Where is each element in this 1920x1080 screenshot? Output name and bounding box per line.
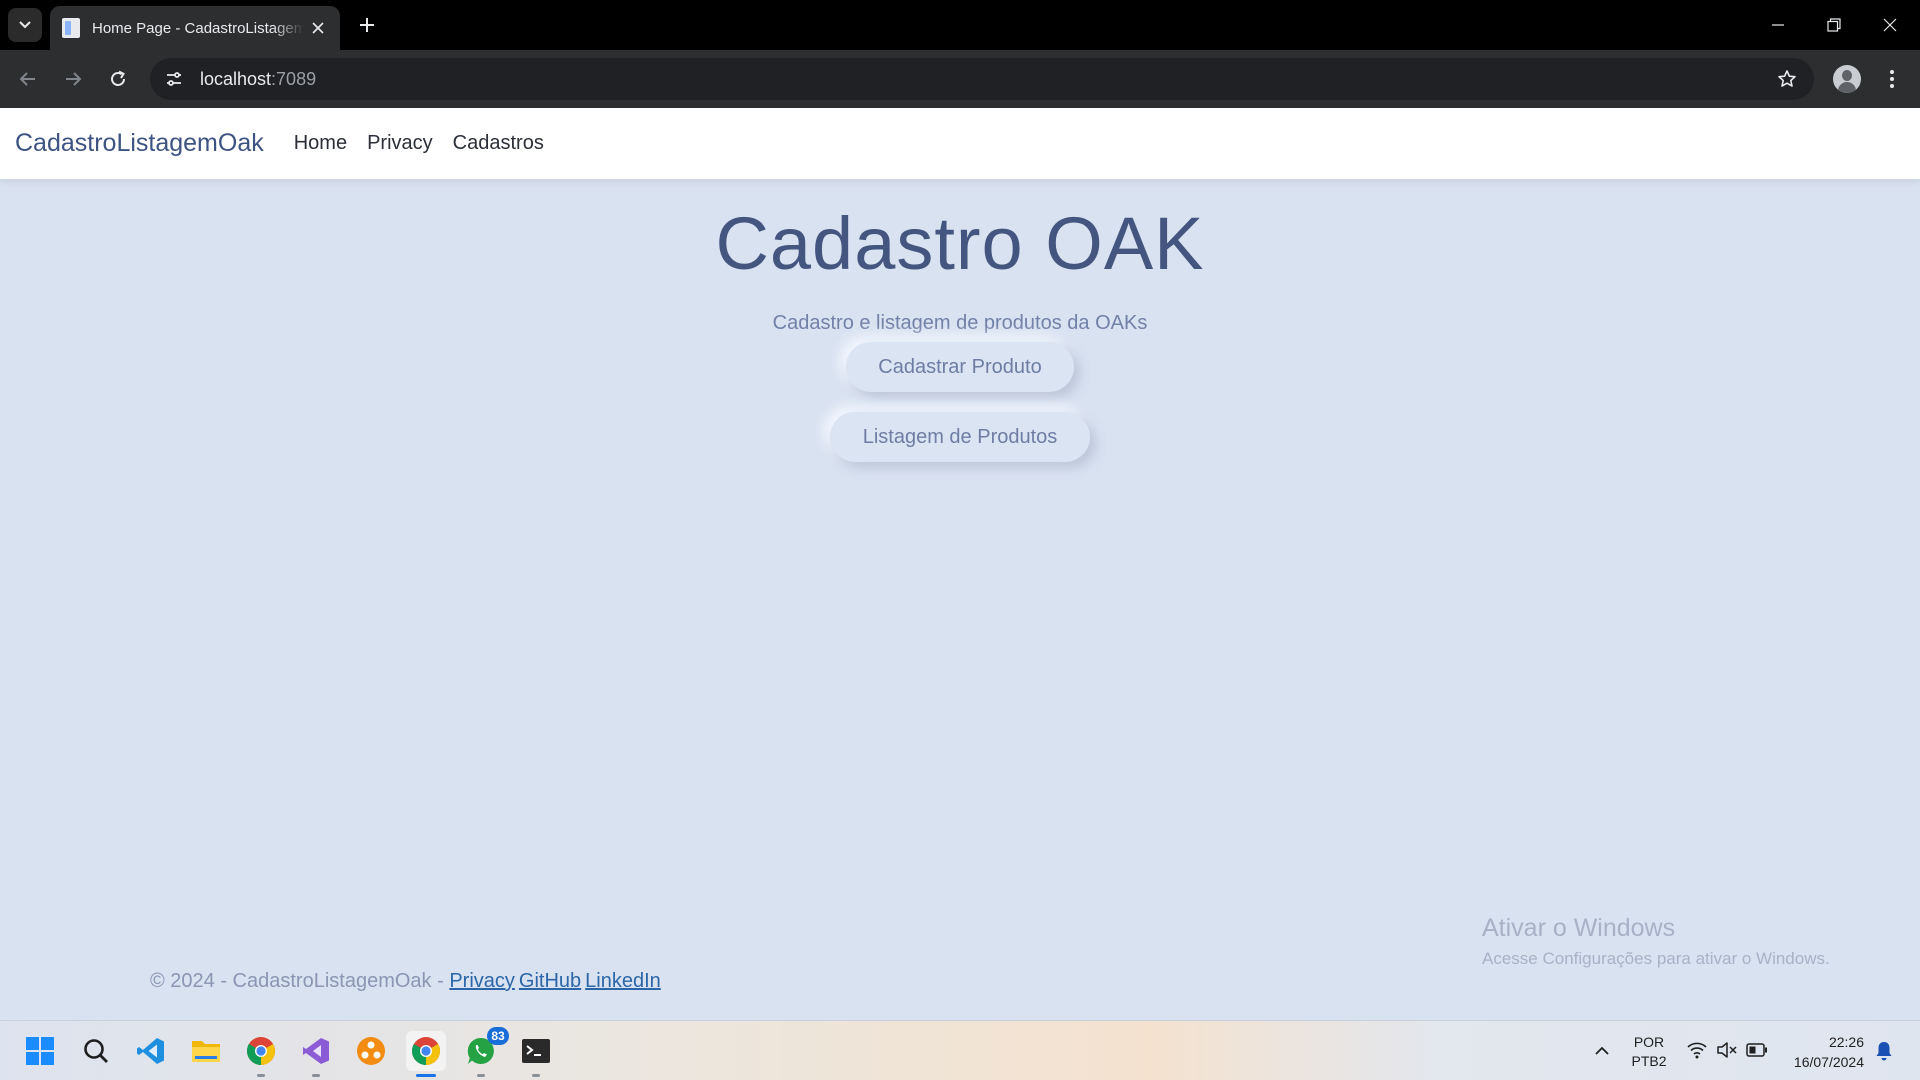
notification-bell-icon[interactable] (1873, 1039, 1895, 1063)
chevron-up-icon (1595, 1046, 1609, 1055)
app-icon[interactable] (351, 1031, 391, 1071)
url-text: localhost:7089 (200, 69, 316, 90)
close-window-button[interactable] (1862, 0, 1918, 50)
battery-icon[interactable] (1746, 1039, 1768, 1061)
footer-copyright: © 2024 - CadastroListagemOak - (150, 970, 450, 992)
chrome-active-icon[interactable] (406, 1031, 446, 1077)
watermark-subtitle: Acesse Configurações para ativar o Windo… (1482, 949, 1830, 968)
nav-link-privacy[interactable]: Privacy (367, 132, 433, 155)
minimize-icon (1772, 24, 1784, 26)
browser-titlebar: Home Page - CadastroListagemOak (0, 0, 1920, 50)
language-line2: PTB2 (1631, 1053, 1667, 1069)
browser-toolbar: localhost:7089 (0, 50, 1920, 108)
tab-search-button[interactable] (8, 8, 42, 42)
forward-arrow-icon (66, 72, 82, 86)
listagem-produtos-button[interactable]: Listagem de Produtos (830, 412, 1090, 462)
running-indicator (312, 1074, 320, 1077)
navbar-brand[interactable]: CadastroListagemOak (15, 129, 264, 158)
nav-link-home[interactable]: Home (294, 132, 347, 155)
restore-button[interactable] (1806, 0, 1862, 50)
more-vertical-icon (1890, 70, 1894, 88)
profile-avatar[interactable] (1833, 65, 1861, 93)
chrome-icon[interactable] (241, 1031, 281, 1077)
show-hidden-icons-button[interactable] (1590, 1037, 1614, 1065)
cadastrar-produto-button[interactable]: Cadastrar Produto (846, 342, 1074, 392)
back-button[interactable] (10, 62, 46, 96)
reload-icon (111, 70, 125, 86)
clock-date: 16/07/2024 (1793, 1054, 1864, 1070)
page-title: Cadastro OAK (715, 202, 1205, 285)
address-bar[interactable]: localhost:7089 (150, 58, 1814, 100)
chevron-down-icon (19, 21, 31, 29)
running-indicator (416, 1074, 436, 1077)
hero-section: Cadastro OAK Cadastro e listagem de prod… (0, 179, 1920, 335)
footer-link-linkedin[interactable]: LinkedIn (585, 970, 661, 992)
url-host: localhost (200, 68, 272, 89)
terminal-icon[interactable] (516, 1031, 556, 1077)
browser-menu-button[interactable] (1880, 62, 1904, 96)
windows-start-icon[interactable] (20, 1031, 60, 1071)
browser-tab[interactable]: Home Page - CadastroListagemOak (50, 6, 340, 50)
site-settings-icon[interactable] (156, 61, 192, 97)
footer-link-privacy[interactable]: Privacy (449, 970, 515, 992)
whatsapp-badge: 83 (487, 1027, 509, 1045)
windows-taskbar: 83 POR PTB2 22:26 16/07/2024 (0, 1020, 1920, 1080)
tab-close-button[interactable] (308, 18, 328, 39)
vscode-icon[interactable] (131, 1031, 171, 1071)
language-indicator[interactable]: POR PTB2 (1628, 1033, 1670, 1071)
close-icon (1883, 18, 1897, 32)
running-indicator (257, 1074, 265, 1077)
tab-title: Home Page - CadastroListagemOak (92, 19, 304, 37)
search-icon[interactable] (76, 1031, 116, 1071)
plus-icon (360, 18, 374, 32)
footer-link-github[interactable]: GitHub (519, 970, 581, 992)
visual-studio-icon[interactable] (296, 1031, 336, 1077)
back-arrow-icon (19, 72, 35, 86)
restore-icon (1827, 18, 1841, 32)
url-port: :7089 (271, 68, 317, 89)
page-subtitle: Cadastro e listagem de produtos da OAKs (772, 312, 1148, 334)
system-clock[interactable]: 22:26 16/07/2024 (1780, 1032, 1864, 1072)
activate-windows-watermark: Ativar o Windows Acesse Configurações pa… (1482, 914, 1830, 969)
wifi-icon[interactable] (1686, 1039, 1708, 1061)
site-navbar: CadastroListagemOak Home Privacy Cadastr… (0, 108, 1920, 179)
volume-muted-icon[interactable] (1716, 1039, 1738, 1061)
clock-time: 22:26 (1828, 1034, 1864, 1050)
whatsapp-icon[interactable]: 83 (461, 1027, 509, 1077)
minimize-button[interactable] (1750, 0, 1806, 50)
running-indicator (477, 1074, 485, 1077)
file-explorer-icon[interactable] (186, 1031, 226, 1071)
running-indicator (532, 1074, 540, 1077)
language-line1: POR (1633, 1034, 1665, 1050)
nav-link-cadastros[interactable]: Cadastros (453, 132, 544, 155)
reload-button[interactable] (100, 62, 136, 96)
page-favicon-icon (62, 18, 80, 38)
close-icon (312, 21, 324, 34)
new-tab-button[interactable] (352, 10, 382, 40)
site-footer: © 2024 - CadastroListagemOak - Privacy Gi… (150, 970, 665, 993)
watermark-title: Ativar o Windows (1482, 914, 1676, 942)
bookmark-star-icon[interactable] (1774, 66, 1800, 92)
forward-button[interactable] (55, 62, 91, 96)
